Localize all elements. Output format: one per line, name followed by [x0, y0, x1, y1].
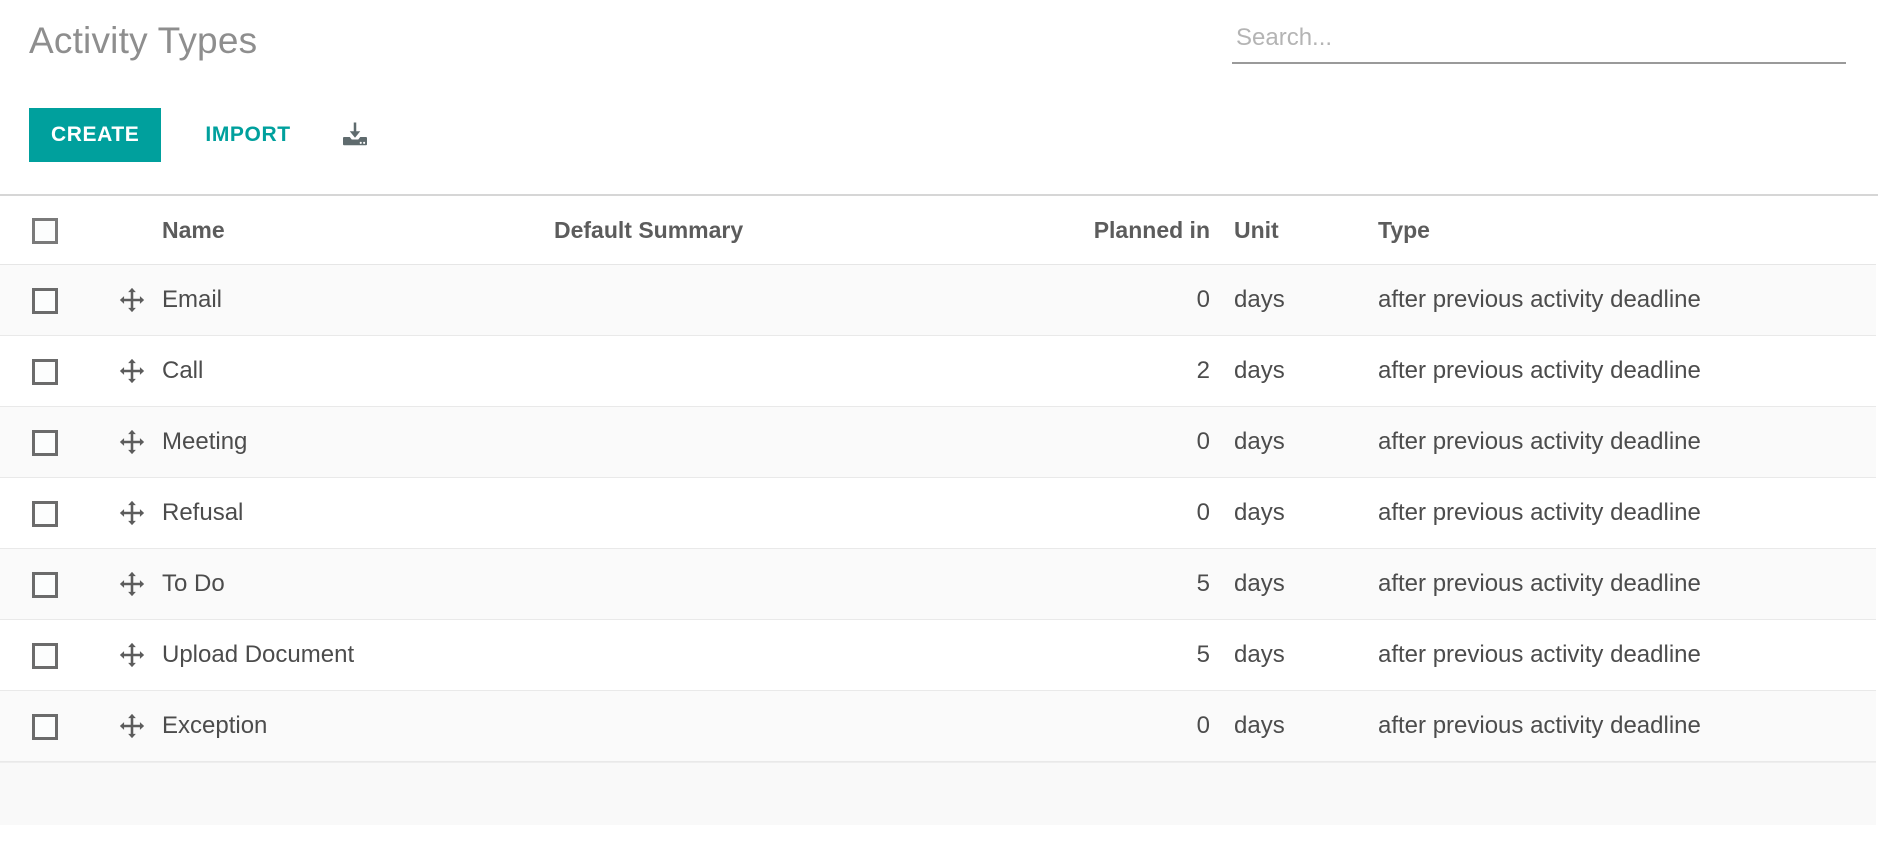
row-unit: days [1210, 477, 1350, 549]
row-name: Upload Document [162, 619, 554, 691]
row-name: Email [162, 264, 554, 336]
row-checkbox[interactable] [32, 642, 58, 669]
row-type: after previous activity deadline [1350, 264, 1876, 336]
row-name: Exception [162, 690, 554, 762]
table-row[interactable]: Call 2 days after previous activity dead… [0, 335, 1876, 407]
table-body: Email 0 days after previous activity dea… [0, 264, 1876, 762]
table-header: Name Default Summary Planned in Unit Typ… [0, 196, 1876, 265]
row-select-cell [0, 690, 118, 762]
row-drag-cell [118, 690, 162, 762]
drag-handle-header-cell [118, 196, 162, 265]
row-unit: days [1210, 264, 1350, 336]
select-all-checkbox[interactable] [32, 217, 58, 244]
row-planned-in: 0 [990, 264, 1210, 336]
table-row[interactable]: Email 0 days after previous activity dea… [0, 264, 1876, 336]
row-select-cell [0, 477, 118, 549]
drag-move-icon[interactable] [118, 428, 146, 456]
row-drag-cell [118, 335, 162, 407]
row-name: Refusal [162, 477, 554, 549]
download-export-icon [340, 120, 370, 150]
row-type: after previous activity deadline [1350, 548, 1876, 620]
select-all-header-cell [0, 196, 118, 265]
row-default-summary [554, 619, 990, 691]
row-planned-in: 5 [990, 548, 1210, 620]
table-footer [0, 762, 1876, 825]
table-row[interactable]: Upload Document 5 days after previous ac… [0, 619, 1876, 691]
row-planned-in: 2 [990, 335, 1210, 407]
drag-move-icon[interactable] [118, 499, 146, 527]
export-button[interactable] [333, 108, 377, 162]
row-type: after previous activity deadline [1350, 619, 1876, 691]
row-checkbox[interactable] [32, 358, 58, 385]
table-row[interactable]: Exception 0 days after previous activity… [0, 690, 1876, 762]
row-unit: days [1210, 619, 1350, 691]
row-unit: days [1210, 690, 1350, 762]
table-row[interactable]: To Do 5 days after previous activity dea… [0, 548, 1876, 620]
row-default-summary [554, 335, 990, 407]
control-panel: Activity Types CREATE IMPORT [0, 0, 1878, 196]
row-select-cell [0, 548, 118, 620]
search-container [1232, 24, 1846, 64]
column-header-planned-in[interactable]: Planned in [990, 196, 1210, 265]
row-drag-cell [118, 406, 162, 478]
action-button-row: CREATE IMPORT [29, 108, 377, 162]
import-button[interactable]: IMPORT [197, 108, 298, 162]
row-type: after previous activity deadline [1350, 406, 1876, 478]
row-drag-cell [118, 619, 162, 691]
row-planned-in: 5 [990, 619, 1210, 691]
row-checkbox[interactable] [32, 571, 58, 598]
drag-move-icon[interactable] [118, 712, 146, 740]
column-header-name[interactable]: Name [162, 196, 554, 265]
row-select-cell [0, 619, 118, 691]
row-checkbox[interactable] [32, 287, 58, 314]
drag-move-icon[interactable] [118, 357, 146, 385]
table-header-row: Name Default Summary Planned in Unit Typ… [0, 196, 1876, 265]
row-drag-cell [118, 477, 162, 549]
row-planned-in: 0 [990, 406, 1210, 478]
row-type: after previous activity deadline [1350, 477, 1876, 549]
row-default-summary [554, 406, 990, 478]
column-header-default-summary[interactable]: Default Summary [554, 196, 990, 265]
table-row[interactable]: Meeting 0 days after previous activity d… [0, 406, 1876, 478]
page-title: Activity Types [29, 20, 258, 61]
column-header-unit[interactable]: Unit [1210, 196, 1350, 265]
row-default-summary [554, 548, 990, 620]
search-input[interactable] [1232, 24, 1846, 64]
row-name: To Do [162, 548, 554, 620]
drag-move-icon[interactable] [118, 641, 146, 669]
row-select-cell [0, 406, 118, 478]
row-type: after previous activity deadline [1350, 335, 1876, 407]
row-drag-cell [118, 548, 162, 620]
drag-move-icon[interactable] [118, 570, 146, 598]
row-unit: days [1210, 335, 1350, 407]
drag-move-icon[interactable] [118, 286, 146, 314]
create-button[interactable]: CREATE [29, 108, 162, 162]
row-select-cell [0, 335, 118, 407]
activity-types-page: Activity Types CREATE IMPORT Search... N… [0, 0, 1878, 850]
row-name: Meeting [162, 406, 554, 478]
row-unit: days [1210, 548, 1350, 620]
row-checkbox[interactable] [32, 500, 58, 527]
row-checkbox[interactable] [32, 713, 58, 740]
table-row[interactable]: Refusal 0 days after previous activity d… [0, 477, 1876, 549]
column-header-type[interactable]: Type [1350, 196, 1876, 265]
row-default-summary [554, 690, 990, 762]
row-unit: days [1210, 406, 1350, 478]
row-drag-cell [118, 264, 162, 336]
activity-types-table: Name Default Summary Planned in Unit Typ… [0, 196, 1876, 762]
row-default-summary [554, 477, 990, 549]
row-default-summary [554, 264, 990, 336]
row-checkbox[interactable] [32, 429, 58, 456]
row-select-cell [0, 264, 118, 336]
row-planned-in: 0 [990, 477, 1210, 549]
row-planned-in: 0 [990, 690, 1210, 762]
row-type: after previous activity deadline [1350, 690, 1876, 762]
row-name: Call [162, 335, 554, 407]
